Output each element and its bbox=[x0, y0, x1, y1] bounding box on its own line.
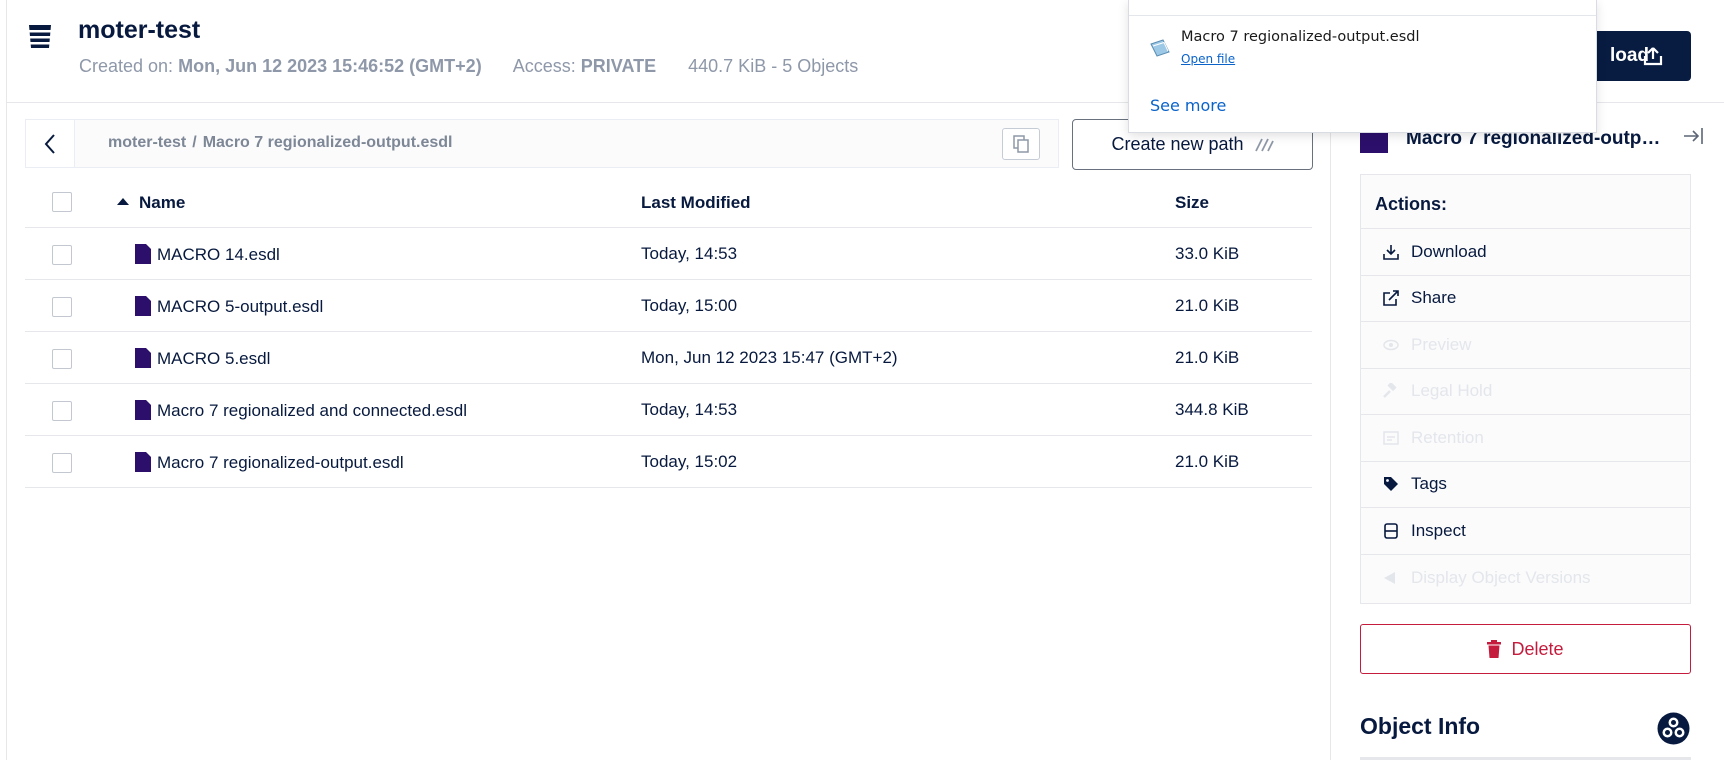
tag-icon bbox=[1384, 477, 1398, 492]
action-label: Tags bbox=[1411, 474, 1447, 494]
file-icon bbox=[135, 400, 151, 420]
table-row[interactable]: MACRO 5-output.esdl Today, 15:00 21.0 Ki… bbox=[25, 280, 1312, 332]
file-name: MACRO 5.esdl bbox=[157, 349, 271, 368]
file-modified: Today, 14:53 bbox=[641, 244, 738, 263]
esdl-file-icon bbox=[1150, 39, 1170, 57]
object-info-title: Object Info bbox=[1360, 713, 1481, 739]
file-modified: Today, 15:00 bbox=[641, 296, 738, 315]
object-browser: moter-test Created on: Mon, Jun 12 2023 … bbox=[0, 0, 1724, 760]
file-size: 21.0 KiB bbox=[1175, 348, 1240, 367]
close-panel-icon[interactable] bbox=[1682, 125, 1704, 147]
open-file-link[interactable]: Open file bbox=[1181, 52, 1235, 66]
file-name: MACRO 14.esdl bbox=[157, 245, 280, 264]
breadcrumb-bucket-link[interactable]: moter-test bbox=[108, 134, 186, 151]
trash-icon bbox=[1487, 640, 1502, 658]
file-modified: Mon, Jun 12 2023 15:47 (GMT+2) bbox=[641, 348, 898, 367]
action-inspect[interactable]: Inspect bbox=[1361, 508, 1690, 555]
back-button[interactable] bbox=[26, 120, 75, 167]
file-icon bbox=[135, 348, 151, 368]
upload-icon bbox=[1643, 47, 1663, 66]
table-row[interactable]: Macro 7 regionalized and connected.esdl … bbox=[25, 384, 1312, 436]
action-display-object-versions: Display Object Versions bbox=[1361, 555, 1690, 602]
file-modified: Today, 14:53 bbox=[641, 400, 738, 419]
breadcrumb: moter-test / Macro 7 regionalized-output.e… bbox=[25, 119, 1059, 168]
file-name: MACRO 5-output.esdl bbox=[157, 297, 324, 316]
retention-icon bbox=[1383, 431, 1399, 445]
gavel-icon bbox=[1383, 383, 1397, 399]
eye-icon bbox=[1383, 339, 1399, 350]
action-share[interactable]: Share bbox=[1361, 276, 1690, 322]
file-size: 21.0 KiB bbox=[1175, 296, 1240, 315]
row-checkbox[interactable] bbox=[52, 401, 72, 421]
breadcrumb-path: moter-test / Macro 7 regionalized-output.e… bbox=[108, 134, 453, 152]
popup-divider bbox=[1129, 15, 1596, 16]
created-label: Created on: bbox=[79, 56, 174, 76]
created-value: Mon, Jun 12 2023 15:46:52 (GMT+2) bbox=[178, 56, 482, 76]
actions-title: Actions: bbox=[1361, 175, 1690, 229]
popup-file-name: Macro 7 regionalized-output.esdl bbox=[1181, 29, 1420, 45]
share-icon bbox=[1383, 290, 1399, 307]
file-icon bbox=[135, 244, 151, 264]
chevron-left-icon bbox=[44, 133, 55, 154]
column-header-name[interactable]: Name bbox=[117, 193, 185, 213]
action-legal-hold: Legal Hold bbox=[1361, 369, 1690, 415]
create-new-path-label: Create new path bbox=[1111, 134, 1244, 154]
new-path-icon bbox=[1254, 138, 1274, 151]
bucket-icon bbox=[28, 25, 52, 48]
access-label: Access: bbox=[512, 56, 576, 76]
action-label: Legal Hold bbox=[1411, 381, 1493, 401]
row-checkbox[interactable] bbox=[52, 297, 72, 317]
action-preview: Preview bbox=[1361, 322, 1690, 369]
action-download[interactable]: Download bbox=[1361, 229, 1690, 276]
breadcrumb-separator: / bbox=[192, 134, 197, 151]
file-table: Name Last Modified Size MACRO 14.esdl To… bbox=[25, 180, 1312, 488]
bucket-usage: 440.7 KiB - 5 Objects bbox=[688, 56, 859, 76]
panel-divider bbox=[1330, 103, 1331, 760]
copy-path-button[interactable] bbox=[1002, 128, 1040, 160]
column-header-last-modified[interactable]: Last Modified bbox=[641, 193, 751, 213]
bucket-name: moter-test bbox=[78, 16, 201, 44]
bucket-meta: Created on: Mon, Jun 12 2023 15:46:52 (G… bbox=[79, 56, 858, 77]
metadata-icon[interactable] bbox=[1657, 712, 1690, 745]
inspect-icon bbox=[1384, 522, 1398, 539]
delete-button[interactable]: Delete bbox=[1360, 624, 1691, 674]
file-size: 21.0 KiB bbox=[1175, 452, 1240, 471]
row-checkbox[interactable] bbox=[52, 245, 72, 265]
file-name: Macro 7 regionalized and connected.esdl bbox=[157, 401, 467, 420]
row-checkbox[interactable] bbox=[52, 349, 72, 369]
column-header-size[interactable]: Size bbox=[1175, 193, 1209, 213]
breadcrumb-object: Macro 7 regionalized-output.esdl bbox=[202, 134, 453, 151]
page-border bbox=[6, 0, 7, 760]
file-icon bbox=[135, 296, 151, 316]
sort-ascending-icon bbox=[117, 198, 129, 205]
file-name: Macro 7 regionalized-output.esdl bbox=[157, 453, 404, 472]
file-icon bbox=[135, 452, 151, 472]
action-label: Download bbox=[1411, 241, 1487, 261]
table-row[interactable]: MACRO 14.esdl Today, 14:53 33.0 KiB bbox=[25, 228, 1312, 280]
action-label: Inspect bbox=[1411, 520, 1466, 540]
action-retention: Retention bbox=[1361, 415, 1690, 462]
action-label: Share bbox=[1411, 288, 1457, 308]
select-all-checkbox[interactable] bbox=[52, 192, 72, 212]
table-header: Name Last Modified Size bbox=[25, 180, 1312, 228]
action-label: Display Object Versions bbox=[1411, 567, 1591, 587]
file-size: 344.8 KiB bbox=[1175, 400, 1249, 419]
action-tags[interactable]: Tags bbox=[1361, 462, 1690, 508]
see-more-link[interactable]: See more bbox=[1150, 96, 1226, 115]
copy-icon bbox=[1013, 135, 1029, 153]
actions-panel: Actions: Download Share Preview Legal Ho… bbox=[1360, 174, 1691, 604]
downloads-popup: Macro 7 regionalized-output.esdl Open fi… bbox=[1128, 0, 1597, 133]
file-size: 33.0 KiB bbox=[1175, 244, 1240, 263]
file-modified: Today, 15:02 bbox=[641, 452, 738, 471]
action-label: Preview bbox=[1411, 334, 1472, 354]
action-label: Retention bbox=[1411, 427, 1484, 447]
access-value: PRIVATE bbox=[580, 56, 657, 76]
row-checkbox[interactable] bbox=[52, 453, 72, 473]
table-row[interactable]: Macro 7 regionalized-output.esdl Today, … bbox=[25, 436, 1312, 488]
table-row[interactable]: MACRO 5.esdl Mon, Jun 12 2023 15:47 (GMT… bbox=[25, 332, 1312, 384]
download-icon bbox=[1383, 244, 1399, 260]
versions-icon bbox=[1384, 571, 1395, 584]
delete-label: Delete bbox=[1511, 638, 1564, 659]
